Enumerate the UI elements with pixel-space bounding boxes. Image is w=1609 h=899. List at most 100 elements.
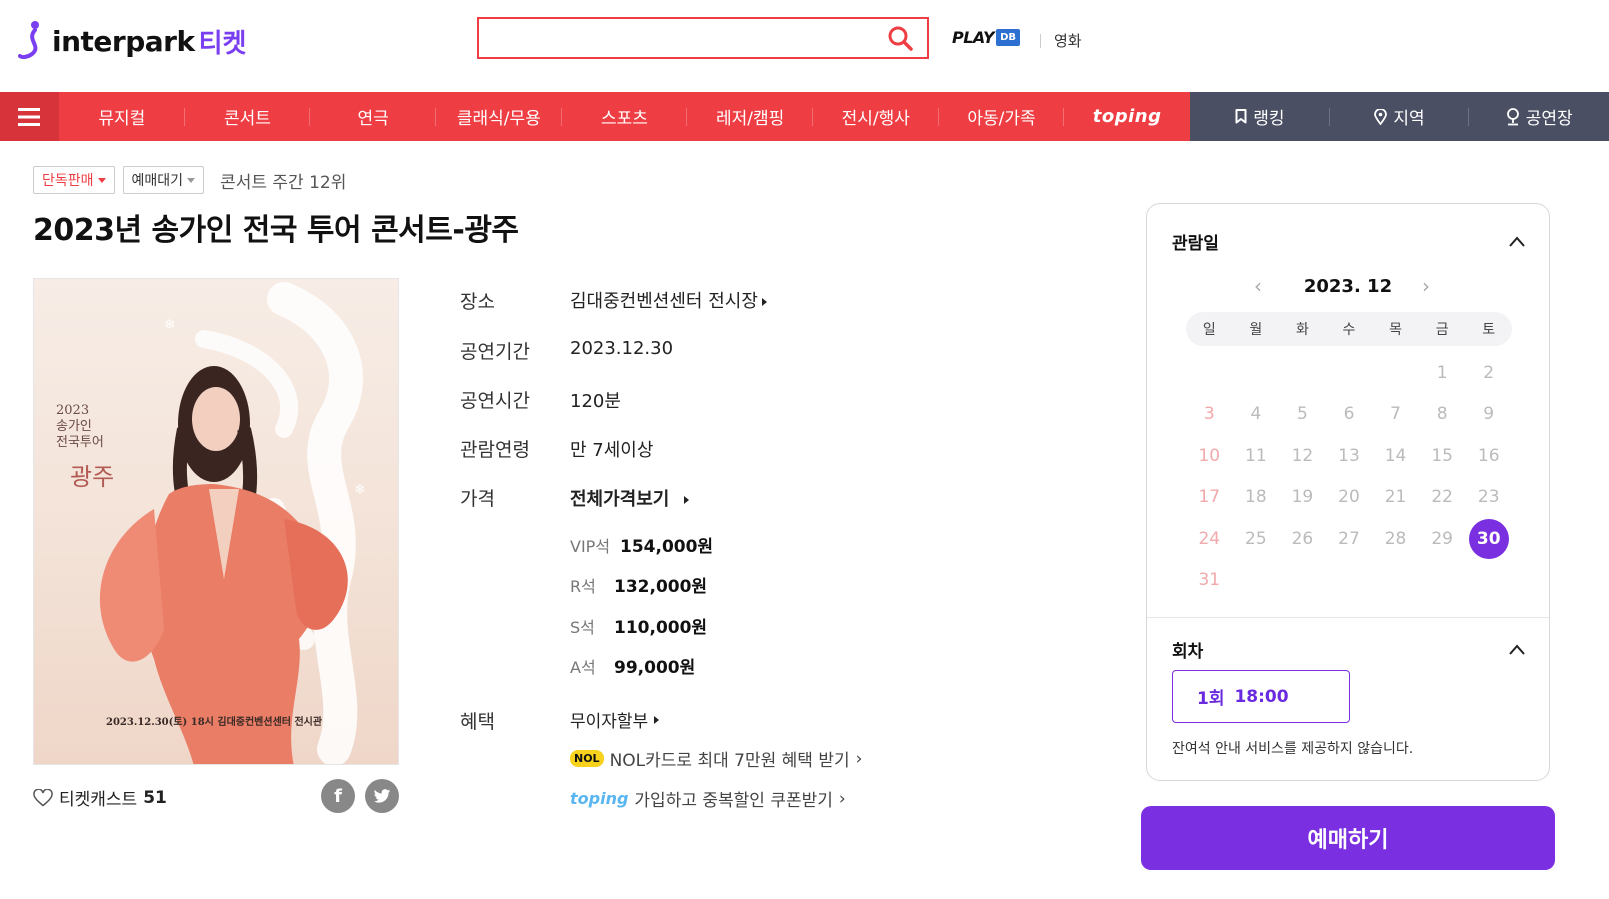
chevron-right-icon: › <box>838 788 846 809</box>
twitter-share-button[interactable] <box>365 779 399 813</box>
calendar-empty <box>1372 352 1419 394</box>
calendar-day: 16 <box>1477 445 1500 466</box>
price-seat-r: R석 <box>570 577 596 596</box>
ticketcast-label: 티켓캐스트 <box>59 790 138 810</box>
nol-card-label: NOL카드로 최대 7만원 혜택 받기 <box>609 751 850 771</box>
calendar-empty <box>1233 352 1280 394</box>
waiting-tag-label: 예매대기 <box>131 173 184 189</box>
session-heading: 회차 <box>1172 642 1204 662</box>
ticketcast-like[interactable]: 티켓캐스트 51 <box>33 785 167 810</box>
weekly-rank[interactable]: 콘서트 주간 12위 <box>220 168 346 193</box>
calendar-day: 18 <box>1245 487 1267 508</box>
chevron-up-icon[interactable] <box>1509 642 1525 658</box>
svg-text:❄: ❄ <box>164 317 176 333</box>
all-prices-link[interactable]: 전체가격보기 <box>570 485 689 511</box>
search-input[interactable] <box>479 19 869 57</box>
calendar-day: 19 <box>1291 487 1314 508</box>
installment-link[interactable]: 무이자할부 <box>570 707 660 732</box>
hamburger-icon <box>18 107 41 126</box>
weekday-header: 일 월 화 수 목 금 토 <box>1186 312 1512 346</box>
calendar-day: 12 <box>1291 445 1314 466</box>
page-title: 2023년 송가인 전국 투어 콘서트-광주 <box>33 213 519 248</box>
interpark-logo-icon <box>18 21 39 60</box>
session-slot-button[interactable]: 1회 18:00 <box>1172 670 1350 723</box>
weekday: 일 <box>1202 322 1216 338</box>
waiting-tag[interactable]: 예매대기 <box>122 166 205 194</box>
movie-link[interactable]: 영화 <box>1054 30 1082 51</box>
facebook-icon: f <box>334 785 342 807</box>
nav-musical[interactable]: 뮤지컬 <box>59 92 185 141</box>
nav-region[interactable]: 지역 <box>1330 92 1470 141</box>
weekday: 화 <box>1295 322 1309 338</box>
nav-region-label: 지역 <box>1393 109 1425 129</box>
calendar-empty <box>1279 352 1326 394</box>
arrow-right-icon <box>683 496 689 504</box>
period-label: 공연기간 <box>460 341 530 363</box>
calendar-day: 23 <box>1477 487 1500 508</box>
runtime-value: 120분 <box>570 391 621 412</box>
search-box <box>477 17 929 59</box>
calendar-day-selected[interactable]: 30 <box>1465 518 1512 560</box>
calendar-day: 7 <box>1390 404 1401 425</box>
weekday: 금 <box>1435 322 1449 338</box>
period-value: 2023.12.30 <box>570 338 674 359</box>
caret-down-icon <box>97 177 106 183</box>
nav-venue[interactable]: 공연장 <box>1469 92 1609 141</box>
nav-play[interactable]: 연극 <box>310 92 436 141</box>
venue-label: 장소 <box>460 291 495 313</box>
session-time: 18:00 <box>1234 686 1289 707</box>
nav-concert[interactable]: 콘서트 <box>185 92 311 141</box>
facebook-share-button[interactable]: f <box>321 779 355 813</box>
playdb-link[interactable]: PLAY DB <box>952 28 1020 47</box>
nol-card-link[interactable]: NOL NOL카드로 최대 7만원 혜택 받기 › <box>570 746 862 771</box>
calendar-empty <box>1186 352 1233 394</box>
calendar-day: 15 <box>1431 445 1453 466</box>
all-prices-label: 전체가격보기 <box>570 489 670 510</box>
exclusive-tag[interactable]: 단독판매 <box>33 166 115 194</box>
calendar-day: 31 <box>1198 570 1221 591</box>
calendar-day: 6 <box>1343 404 1355 425</box>
calendar-day: 20 <box>1338 487 1360 508</box>
calendar-day: 28 <box>1384 528 1407 549</box>
benefit-label: 혜택 <box>460 711 495 733</box>
booking-panel: 관람일 ‹ 2023. 12 › 일 월 화 수 목 금 토 123456789… <box>1146 203 1550 781</box>
calendar-day: 24 <box>1198 528 1221 549</box>
nav-toping[interactable]: toping <box>1064 92 1190 141</box>
nav-sports[interactable]: 스포츠 <box>562 92 688 141</box>
age-label: 관람연령 <box>460 439 530 461</box>
arrow-right-icon <box>654 715 660 724</box>
heart-icon <box>33 788 53 806</box>
bookmark-icon <box>1235 109 1247 124</box>
playdb-text: PLAY <box>952 28 995 47</box>
chevron-up-icon[interactable] <box>1509 234 1525 250</box>
toping-coupon-link[interactable]: toping 가입하고 중복할인 쿠폰받기 › <box>570 786 846 812</box>
nav-classic[interactable]: 클래식/무용 <box>436 92 562 141</box>
calendar-day: 2 <box>1483 362 1495 383</box>
nav-exhibition[interactable]: 전시/행사 <box>813 92 939 141</box>
calendar-day: 17 <box>1198 487 1221 508</box>
search-icon[interactable] <box>887 25 913 51</box>
next-month-button[interactable]: › <box>1422 274 1430 298</box>
book-button[interactable]: 예매하기 <box>1141 806 1555 870</box>
weekday: 수 <box>1342 322 1356 338</box>
poster-text-year: 2023 송가인 전국투어 <box>56 403 104 450</box>
poster-image: ❄ ❄ ❄ 2023 송가인 전국투어 광주 2023.12.30(토) 18시… <box>33 278 399 765</box>
logo[interactable]: interpark 티켓 <box>18 18 246 64</box>
calendar-day: 11 <box>1245 445 1267 466</box>
weekday: 목 <box>1389 322 1402 338</box>
nav-kids[interactable]: 아동/가족 <box>939 92 1065 141</box>
nav-ranking[interactable]: 랭킹 <box>1190 92 1330 141</box>
calendar-day: 1 <box>1436 362 1448 383</box>
calendar-day: 13 <box>1338 445 1360 466</box>
price-seat-vip: VIP석 <box>570 537 611 556</box>
header-divider <box>1040 34 1041 48</box>
nav-venue-label: 공연장 <box>1525 109 1573 129</box>
venue-link[interactable]: 김대중컨벤션센터 전시장 <box>570 287 767 313</box>
nav-leisure[interactable]: 레저/캠핑 <box>687 92 813 141</box>
nav-ranking-label: 랭킹 <box>1253 109 1285 129</box>
runtime-label: 공연시간 <box>460 390 530 412</box>
calendar-day: 4 <box>1250 404 1262 425</box>
calendar-empty <box>1326 352 1373 394</box>
svg-text:❄: ❄ <box>354 482 366 498</box>
menu-button[interactable] <box>0 92 59 141</box>
